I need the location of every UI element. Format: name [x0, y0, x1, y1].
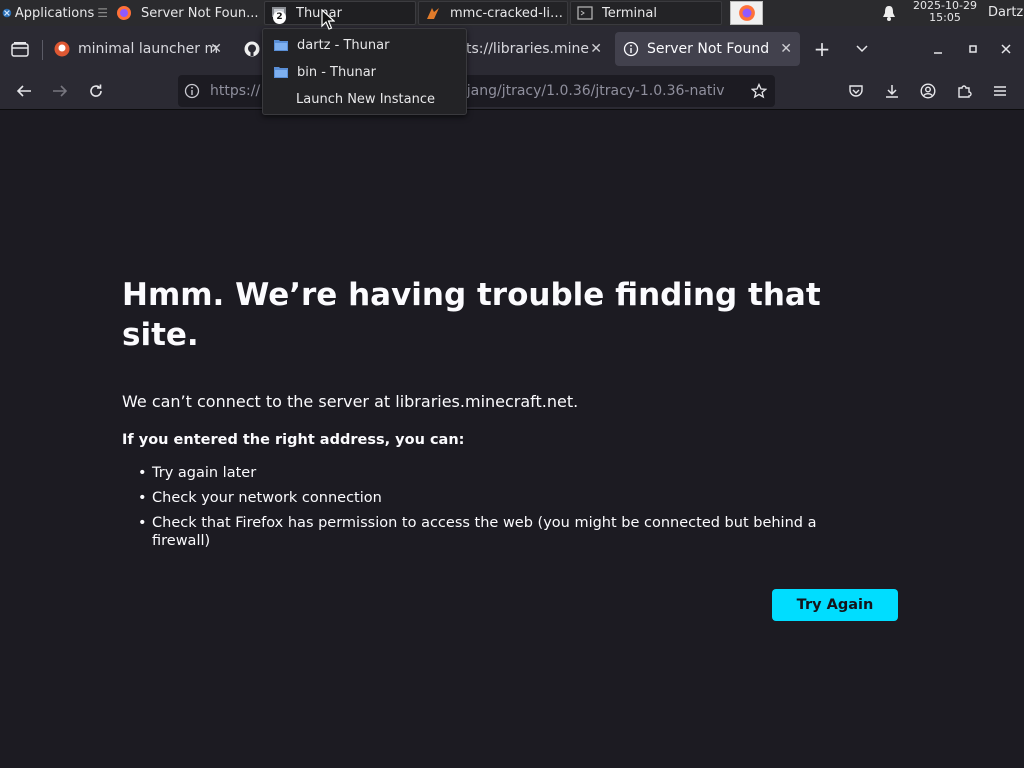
task-label: Server Not Foun...	[141, 5, 259, 21]
task-label: Thunar	[296, 5, 342, 21]
try-again-button[interactable]: Try Again	[772, 589, 898, 621]
applications-label: Applications	[14, 5, 95, 21]
tray-firefox-button[interactable]	[730, 1, 763, 25]
mouse-cursor-icon	[321, 9, 335, 30]
error-suggestions-heading: If you entered the right address, you ca…	[122, 432, 465, 448]
pocket-icon[interactable]	[846, 82, 866, 100]
tab-github[interactable]	[244, 32, 264, 66]
firefox-icon	[738, 5, 755, 21]
tab-strip: minimal launcher m ✕ ts://libraries.mine…	[0, 26, 1024, 72]
list-item: Try again later	[138, 464, 872, 482]
new-tab-plus-icon[interactable]: +	[812, 37, 832, 61]
list-item: Check your network connection	[138, 489, 872, 507]
notification-bell-icon[interactable]	[881, 4, 897, 22]
tab-minimal-launcher[interactable]: minimal launcher m ✕	[54, 32, 224, 66]
menu-item-label: Launch New Instance	[296, 91, 435, 107]
back-arrow-icon[interactable]	[14, 82, 34, 100]
firefox-icon	[117, 6, 131, 20]
menu-item-label: bin - Thunar	[297, 64, 377, 80]
close-window-icon[interactable]	[998, 41, 1014, 57]
forward-arrow-icon[interactable]	[50, 82, 70, 100]
window-count-badge: 2	[273, 11, 286, 24]
list-item: Check that Firefox has permission to acc…	[138, 514, 872, 550]
account-icon[interactable]	[918, 82, 938, 100]
url-text-prefix: https://	[210, 83, 261, 99]
java-icon	[427, 8, 439, 19]
github-icon	[244, 41, 260, 57]
task-label: Terminal	[602, 5, 657, 21]
info-icon	[623, 41, 639, 57]
taskbar: Applications ☰ Server Not Foun... Thunar…	[0, 0, 1024, 26]
extensions-puzzle-icon[interactable]	[954, 82, 974, 100]
list-all-tabs-chevron-icon[interactable]	[852, 40, 872, 58]
duckduckgo-icon	[54, 41, 70, 57]
url-text: ojang/jtracy/1.0.36/jtracy-1.0.36-nativ	[458, 83, 725, 99]
menu-separator-icon: ☰	[97, 6, 108, 20]
menu-item-dartz-thunar[interactable]: dartz - Thunar	[263, 32, 466, 58]
xfce-logo-icon	[2, 8, 12, 18]
task-label: mmc-cracked-lin...	[450, 5, 567, 21]
thunar-window-list-menu: dartz - Thunar bin - Thunar Launch New I…	[262, 28, 467, 115]
folder-icon	[274, 40, 288, 51]
reload-icon[interactable]	[86, 82, 106, 100]
tab-label: minimal launcher m	[78, 41, 219, 57]
tab-label: ts://libraries.mine	[466, 41, 589, 57]
bookmark-star-icon[interactable]	[750, 82, 768, 100]
close-icon[interactable]: ✕	[590, 41, 602, 57]
menu-item-label: dartz - Thunar	[297, 37, 390, 53]
tab-label: Server Not Found	[647, 41, 770, 57]
task-mmc[interactable]: mmc-cracked-lin...	[418, 1, 568, 25]
terminal-icon	[577, 6, 593, 20]
site-info-icon[interactable]	[184, 83, 200, 99]
menu-item-bin-thunar[interactable]: bin - Thunar	[263, 59, 466, 85]
menu-item-launch-new-instance[interactable]: Launch New Instance	[263, 86, 466, 112]
folder-icon	[274, 67, 288, 78]
clock-time: 15:05	[929, 11, 961, 24]
maximize-window-icon[interactable]	[965, 41, 981, 57]
task-thunar[interactable]: Thunar	[264, 1, 416, 25]
firefox-view-icon[interactable]	[10, 40, 30, 58]
error-suggestions-list: Try again later Check your network conne…	[138, 464, 872, 557]
applications-menu-button[interactable]: Applications ☰	[0, 0, 108, 26]
minimize-window-icon[interactable]	[930, 42, 946, 58]
task-terminal[interactable]: Terminal	[570, 1, 722, 25]
hamburger-menu-icon[interactable]	[990, 82, 1010, 100]
error-title: Hmm. We’re having trouble finding that s…	[122, 277, 821, 353]
close-icon[interactable]: ✕	[210, 41, 222, 57]
user-name[interactable]: Dartz	[988, 5, 1023, 20]
downloads-icon[interactable]	[882, 82, 902, 100]
navigation-toolbar: https:// ojang/jtracy/1.0.36/jtracy-1.0.…	[0, 72, 1024, 110]
task-firefox[interactable]: Server Not Foun...	[110, 1, 262, 25]
close-icon[interactable]: ✕	[780, 41, 792, 57]
tab-libraries[interactable]: ts://libraries.mine ✕	[466, 32, 608, 66]
tab-divider	[42, 40, 43, 60]
error-page: Hmm. We’re having trouble finding that s…	[0, 111, 1024, 768]
tab-server-not-found[interactable]: Server Not Found ✕	[615, 32, 800, 66]
error-description: We can’t connect to the server at librar…	[122, 392, 579, 411]
clock[interactable]: 2025-10-29 15:05	[906, 0, 984, 24]
